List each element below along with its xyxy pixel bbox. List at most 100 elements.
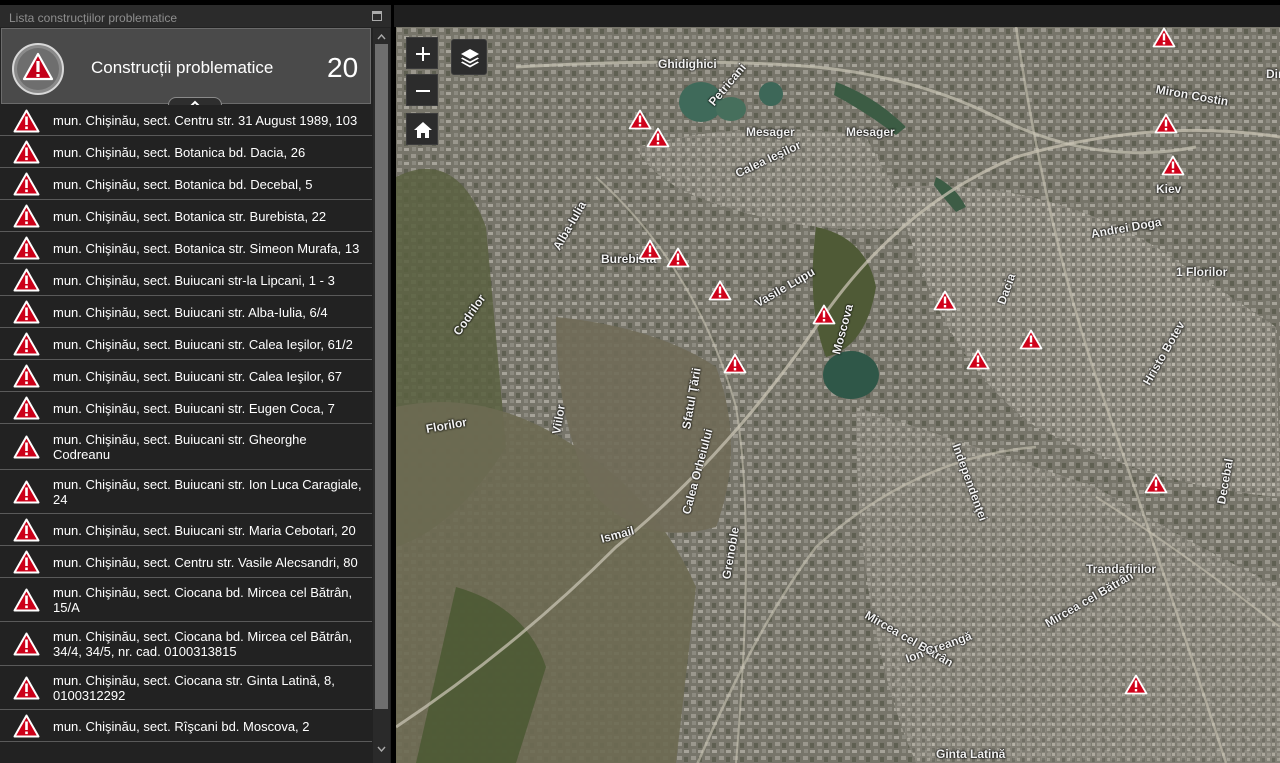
problem-constructions-panel: Lista construcțiilor problematice Constr… — [0, 5, 391, 763]
layer-list-button[interactable] — [451, 39, 487, 75]
warning-icon — [13, 300, 40, 324]
street-label: Ginta Latină — [936, 747, 1006, 761]
street-label: 1 Florilor — [1176, 265, 1228, 279]
construction-marker[interactable] — [933, 290, 957, 311]
warning-icon — [13, 236, 40, 260]
satellite-basemap — [396, 27, 1280, 763]
construction-marker[interactable] — [1161, 155, 1185, 176]
list-item-address: mun. Chişinău, sect. Botanica bd. Dacia,… — [53, 145, 306, 160]
warning-icon — [13, 550, 40, 574]
list-scrollbar[interactable] — [373, 28, 390, 763]
list-item-address: mun. Chişinău, sect. Ciocana bd. Mircea … — [53, 629, 353, 659]
construction-marker[interactable] — [966, 349, 990, 370]
warning-icon — [13, 364, 40, 388]
list-item-address: mun. Chişinău, sect. Buiucani str. Gheor… — [53, 432, 307, 462]
list-item[interactable]: mun. Chişinău, sect. Buiucani str. Ion L… — [0, 470, 372, 514]
street-label: Trandafirilor — [1086, 562, 1157, 576]
list-item-address: mun. Chişinău, sect. Ciocana str. Ginta … — [53, 673, 335, 703]
list-item-address: mun. Chişinău, sect. Centru str. Vasile … — [53, 555, 358, 570]
panel-titlebar: Lista construcțiilor problematice — [0, 5, 391, 27]
plus-icon — [416, 47, 430, 61]
list-item-address: mun. Chişinău, sect. Buiucani str. Ion L… — [53, 477, 362, 507]
construction-marker[interactable] — [1124, 674, 1148, 695]
warning-icon — [13, 480, 40, 504]
list-item[interactable]: mun. Chişinău, sect. Centru str. 31 Augu… — [0, 105, 372, 136]
list-item[interactable]: mun. Chişinău, sect. Botanica bd. Dacia,… — [0, 136, 372, 168]
list-item-address: mun. Chişinău, sect. Botanica str. Bureb… — [53, 209, 327, 224]
zoom-in-button[interactable] — [406, 37, 438, 69]
list-item[interactable]: mun. Chişinău, sect. Centru str. Vasile … — [0, 546, 372, 578]
construction-marker[interactable] — [1144, 473, 1168, 494]
scrollbar-thumb[interactable] — [375, 44, 388, 709]
feature-count: 20 — [327, 52, 359, 83]
minus-icon — [416, 90, 430, 92]
home-button[interactable] — [406, 113, 438, 145]
street-label: Mesager — [846, 125, 895, 139]
map-titlebar — [394, 5, 1280, 27]
list-item-address: mun. Chişinău, sect. Ciocana bd. Mircea … — [53, 585, 353, 615]
zoom-out-button[interactable] — [406, 74, 438, 106]
street-label: Kiev — [1156, 182, 1182, 196]
list-item-address: mun. Chişinău, sect. Buiucani str. Calea… — [53, 337, 353, 352]
list-item[interactable]: mun. Chişinău, sect. Buiucani str. Gheor… — [0, 424, 372, 470]
street-label: Mesager — [746, 125, 795, 139]
construction-marker[interactable] — [812, 304, 836, 325]
street-label: Ghidighici — [658, 57, 717, 71]
maximize-panel-button[interactable] — [372, 11, 382, 21]
home-icon — [414, 122, 432, 138]
warning-icon — [13, 332, 40, 356]
map-view[interactable]: Ghidighici Mesager Mesager Calea Ieşilor Alb… — [396, 27, 1280, 763]
street-label: Dimo — [1266, 67, 1280, 81]
list-item-address: mun. Chişinău, sect. Buiucani str-la Lip… — [53, 273, 335, 288]
warning-icon — [13, 588, 40, 612]
construction-marker[interactable] — [1154, 113, 1178, 134]
list-item[interactable]: mun. Chişinău, sect. Botanica bd. Deceba… — [0, 168, 372, 200]
layers-icon — [461, 49, 479, 68]
construction-marker[interactable] — [708, 280, 732, 301]
list-item[interactable]: mun. Chişinău, sect. Botanica str. Bureb… — [0, 200, 372, 232]
layer-summary-card[interactable]: Construcții problematice 20 — [1, 28, 371, 111]
warning-icon — [13, 140, 40, 164]
warning-icon — [13, 518, 40, 542]
list-item-address: mun. Chişinău, sect. Buiucani str. Calea… — [53, 369, 343, 384]
list-item-address: mun. Chişinău, sect. Buiucani str. Alba-… — [53, 305, 328, 320]
list-item[interactable]: mun. Chişinău, sect. Buiucani str. Maria… — [0, 514, 372, 546]
warning-icon — [13, 435, 40, 459]
warning-icon — [13, 632, 40, 656]
construction-marker[interactable] — [723, 353, 747, 374]
construction-marker[interactable] — [666, 247, 690, 268]
list-item[interactable]: mun. Chişinău, sect. Buiucani str. Eugen… — [0, 392, 372, 424]
warning-icon — [13, 204, 40, 228]
warning-icon — [13, 396, 40, 420]
list-item-address: mun. Chişinău, sect. Botanica str. Simeo… — [53, 241, 360, 256]
construction-marker[interactable] — [646, 127, 670, 148]
warning-icon — [13, 714, 40, 738]
list-item[interactable]: mun. Chişinău, sect. Ciocana bd. Mircea … — [0, 578, 372, 622]
list-item[interactable]: mun. Chişinău, sect. Buiucani str. Alba-… — [0, 296, 372, 328]
construction-marker[interactable] — [1152, 27, 1176, 48]
scroll-down-icon[interactable] — [377, 746, 386, 752]
warning-icon — [12, 43, 64, 95]
list-item-address: mun. Chişinău, sect. Centru str. 31 Augu… — [53, 113, 358, 128]
list-item[interactable]: mun. Chişinău, sect. Buiucani str. Calea… — [0, 328, 372, 360]
warning-icon — [13, 268, 40, 292]
feature-list: mun. Chişinău, sect. Centru str. 31 Augu… — [0, 105, 372, 763]
list-item[interactable]: mun. Chişinău, sect. Buiucani str. Calea… — [0, 360, 372, 392]
list-item-address: mun. Chişinău, sect. Buiucani str. Eugen… — [53, 401, 335, 416]
warning-icon — [13, 676, 40, 700]
app-window: Lista construcțiilor problematice Constr… — [0, 0, 1280, 763]
list-item[interactable]: mun. Chişinău, sect. Ciocana str. Ginta … — [0, 666, 372, 710]
layer-name: Construcții problematice — [91, 58, 274, 77]
list-item[interactable]: mun. Chişinău, sect. Ciocana bd. Mircea … — [0, 622, 372, 666]
list-item[interactable]: mun. Chişinău, sect. Botanica str. Simeo… — [0, 232, 372, 264]
list-item[interactable]: mun. Chişinău, sect. Buiucani str-la Lip… — [0, 264, 372, 296]
construction-marker[interactable] — [638, 239, 662, 260]
list-item-address: mun. Chişinău, sect. Rîşcani bd. Moscova… — [53, 719, 310, 734]
scroll-up-icon[interactable] — [377, 34, 386, 40]
construction-marker[interactable] — [1019, 329, 1043, 350]
list-item-address: mun. Chişinău, sect. Buiucani str. Maria… — [53, 523, 356, 538]
list-item-address: mun. Chişinău, sect. Botanica bd. Deceba… — [53, 177, 313, 192]
list-item[interactable]: mun. Chişinău, sect. Rîşcani bd. Moscova… — [0, 710, 372, 742]
warning-icon — [13, 109, 40, 133]
panel-title: Lista construcțiilor problematice — [9, 11, 178, 25]
